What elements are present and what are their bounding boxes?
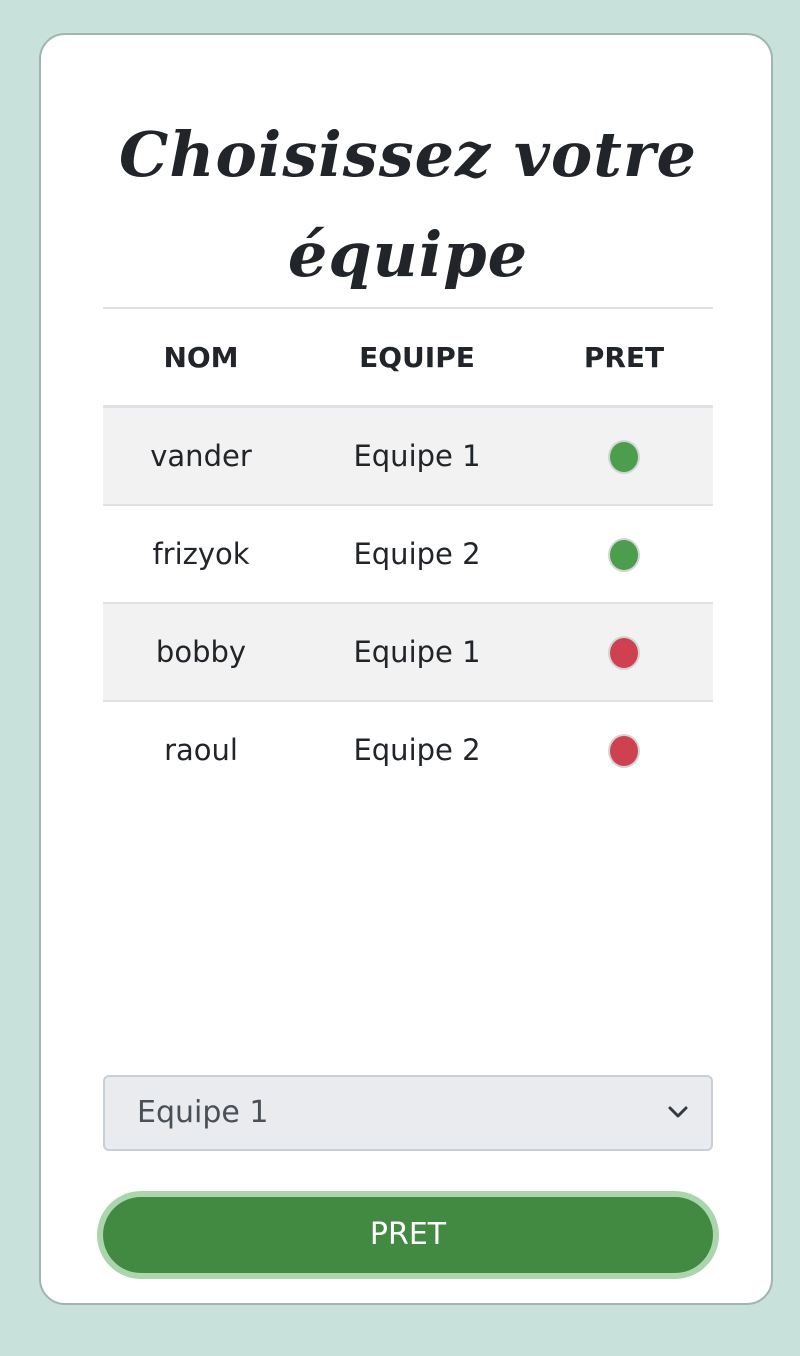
- team-select[interactable]: Equipe 1: [103, 1075, 713, 1151]
- column-header-equipe: EQUIPE: [299, 307, 535, 408]
- ready-status-dot: [608, 636, 640, 670]
- player-name: vander: [103, 406, 299, 506]
- player-name: frizyok: [103, 505, 299, 604]
- team-selection-card: Choisissez votre équipe NOM EQUIPE PRET …: [39, 33, 773, 1305]
- table-row: frizyok Equipe 2: [103, 505, 713, 604]
- ready-cell: [535, 603, 713, 702]
- players-table: NOM EQUIPE PRET vander Equipe 1 frizyok …: [103, 307, 713, 798]
- ready-cell: [535, 701, 713, 798]
- column-header-pret: PRET: [535, 307, 713, 408]
- player-name: raoul: [164, 733, 238, 767]
- player-team: Equipe 2: [299, 505, 535, 604]
- ready-cell: [535, 406, 713, 506]
- table-row: bobby Equipe 1: [103, 603, 713, 702]
- player-name: bobby: [103, 603, 299, 702]
- table-row: raoul Equipe 2: [103, 701, 713, 798]
- ready-status-dot: [608, 734, 640, 768]
- player-team: Equipe 1: [299, 603, 535, 702]
- player-team: Equipe 2: [353, 733, 481, 767]
- ready-status-dot: [608, 538, 640, 572]
- table-header-row: NOM EQUIPE PRET: [103, 307, 713, 408]
- team-select-value: Equipe 1: [137, 1095, 269, 1130]
- ready-status-dot: [608, 440, 640, 474]
- ready-cell: [535, 505, 713, 604]
- ready-button[interactable]: PRET: [103, 1197, 713, 1273]
- chevron-down-icon: [668, 1106, 688, 1118]
- page-title: Choisissez votre équipe: [119, 118, 697, 291]
- player-team: Equipe 1: [299, 406, 535, 506]
- column-header-nom: NOM: [103, 307, 299, 408]
- table-row: vander Equipe 1: [103, 406, 713, 506]
